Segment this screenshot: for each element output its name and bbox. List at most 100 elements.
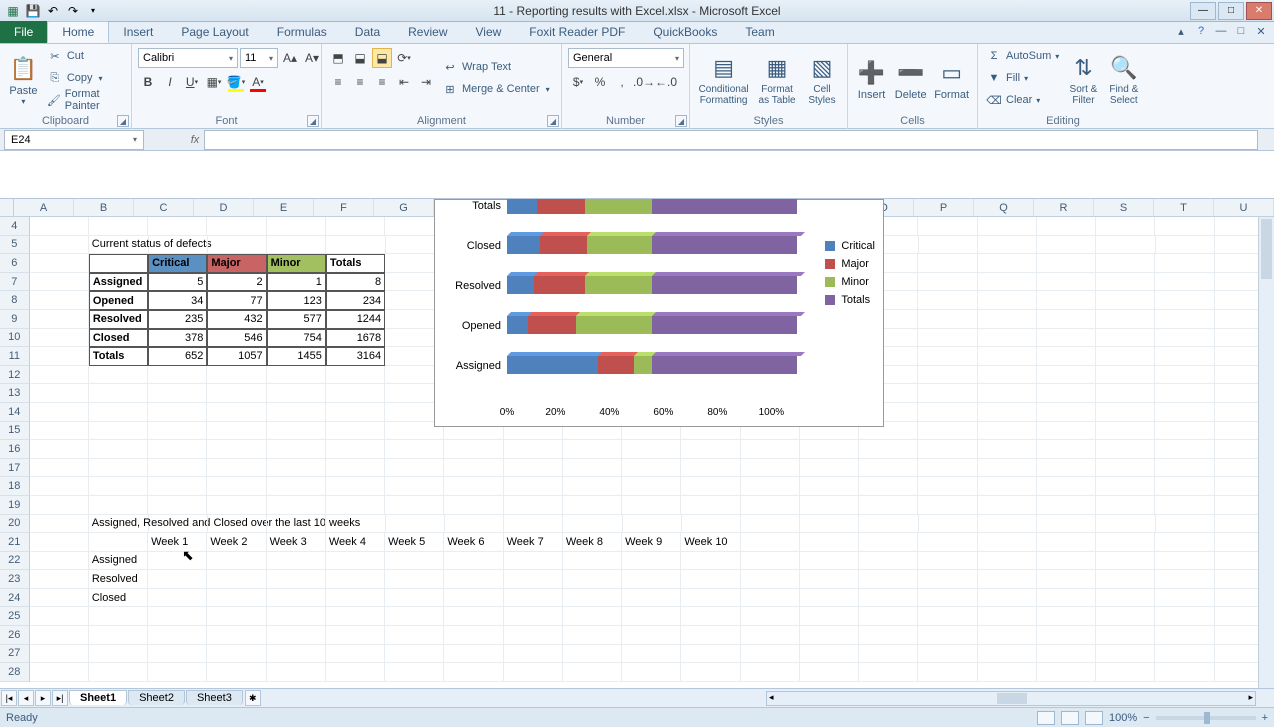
cell-R24[interactable] (1037, 589, 1096, 608)
cell-Q18[interactable] (978, 477, 1037, 496)
number-launcher[interactable]: ◢ (675, 115, 687, 127)
cell-S14[interactable] (1096, 403, 1155, 422)
minimize-ribbon-icon[interactable]: ▴ (1174, 24, 1188, 38)
cell-R8[interactable] (1037, 291, 1096, 310)
cell-T4[interactable] (1155, 217, 1214, 236)
cell-L26[interactable] (681, 626, 740, 645)
cell-J24[interactable] (563, 589, 622, 608)
cell-R26[interactable] (1037, 626, 1096, 645)
cell-A7[interactable] (30, 273, 89, 292)
cell-T13[interactable] (1155, 384, 1214, 403)
row-header-7[interactable]: 7 (0, 273, 30, 292)
cell-H16[interactable] (444, 440, 503, 459)
decrease-decimal-icon[interactable]: ←.0 (656, 72, 676, 92)
cell-L25[interactable] (681, 607, 740, 626)
cell-M22[interactable] (741, 552, 800, 571)
cell-I24[interactable] (504, 589, 563, 608)
cell-B21[interactable] (89, 533, 148, 552)
sheet-tab-sheet3[interactable]: Sheet3 (186, 690, 243, 705)
comma-icon[interactable]: , (612, 72, 632, 92)
cell-L16[interactable] (681, 440, 740, 459)
cut-button[interactable]: ✂Cut (45, 46, 125, 66)
row-header-23[interactable]: 23 (0, 570, 30, 589)
cell-T25[interactable] (1155, 607, 1214, 626)
cell-S22[interactable] (1096, 552, 1155, 571)
cell-B16[interactable] (89, 440, 148, 459)
cell-R5[interactable] (1037, 236, 1096, 255)
cell-A6[interactable] (30, 254, 89, 273)
cell-Q27[interactable] (978, 645, 1037, 664)
cell-D28[interactable] (207, 663, 266, 682)
workbook-restore-icon[interactable]: □ (1234, 24, 1248, 38)
cell-Q26[interactable] (978, 626, 1037, 645)
cell-E28[interactable] (267, 663, 326, 682)
row-header-25[interactable]: 25 (0, 607, 30, 626)
cell-P6[interactable] (918, 254, 977, 273)
cell-B23[interactable]: Resolved (89, 570, 148, 589)
align-bottom-icon[interactable]: ⬓ (372, 48, 392, 68)
cell-R16[interactable] (1037, 440, 1096, 459)
cell-B14[interactable] (89, 403, 148, 422)
find-select-button[interactable]: 🔍Find & Select (1106, 46, 1142, 112)
cell-C16[interactable] (148, 440, 207, 459)
cell-D26[interactable] (207, 626, 266, 645)
cell-G22[interactable] (385, 552, 444, 571)
cell-D12[interactable] (207, 366, 266, 385)
cell-T11[interactable] (1155, 347, 1214, 366)
row-header-14[interactable]: 14 (0, 403, 30, 422)
cell-Q17[interactable] (978, 459, 1037, 478)
cell-N22[interactable] (800, 552, 859, 571)
cell-C6[interactable]: Critical (148, 254, 207, 273)
cell-I16[interactable] (504, 440, 563, 459)
cell-M16[interactable] (741, 440, 800, 459)
cell-F12[interactable] (326, 366, 385, 385)
cell-J19[interactable] (563, 496, 622, 515)
cell-K20[interactable] (623, 515, 682, 534)
row-header-18[interactable]: 18 (0, 477, 30, 496)
embedded-chart[interactable]: TotalsClosedResolvedOpenedAssigned 0%20%… (434, 199, 884, 427)
cell-R23[interactable] (1037, 570, 1096, 589)
cell-N25[interactable] (800, 607, 859, 626)
col-header-B[interactable]: B (74, 199, 134, 216)
col-header-Q[interactable]: Q (974, 199, 1034, 216)
cell-C5[interactable] (149, 236, 208, 255)
cell-E12[interactable] (267, 366, 326, 385)
cell-P11[interactable] (918, 347, 977, 366)
cell-G20[interactable] (386, 515, 445, 534)
cell-P12[interactable] (918, 366, 977, 385)
tab-review[interactable]: Review (394, 21, 461, 43)
row-header-13[interactable]: 13 (0, 384, 30, 403)
cell-S9[interactable] (1096, 310, 1155, 329)
cell-G18[interactable] (385, 477, 444, 496)
cell-A24[interactable] (30, 589, 89, 608)
cell-F27[interactable] (326, 645, 385, 664)
cell-B12[interactable] (89, 366, 148, 385)
cell-O20[interactable] (859, 515, 918, 534)
cell-J20[interactable] (563, 515, 622, 534)
format-painter-button[interactable]: 🖌Format Painter (45, 90, 125, 110)
row-header-26[interactable]: 26 (0, 626, 30, 645)
cell-B19[interactable] (89, 496, 148, 515)
cell-T6[interactable] (1155, 254, 1214, 273)
italic-button[interactable]: I (160, 72, 180, 92)
font-size-combo[interactable]: 11▾ (240, 48, 278, 68)
cell-D8[interactable]: 77 (207, 291, 266, 310)
cell-C24[interactable] (148, 589, 207, 608)
zoom-in-button[interactable]: + (1262, 712, 1268, 724)
cell-G19[interactable] (385, 496, 444, 515)
align-right-icon[interactable]: ≡ (372, 72, 392, 92)
cell-T9[interactable] (1155, 310, 1214, 329)
cell-E27[interactable] (267, 645, 326, 664)
cell-H24[interactable] (444, 589, 503, 608)
cell-O16[interactable] (859, 440, 918, 459)
wrap-text-button[interactable]: ↩Wrap Text (440, 57, 560, 77)
cell-A13[interactable] (30, 384, 89, 403)
cell-T27[interactable] (1155, 645, 1214, 664)
cell-I23[interactable] (504, 570, 563, 589)
cell-Q21[interactable] (978, 533, 1037, 552)
zoom-out-button[interactable]: − (1143, 712, 1149, 724)
cell-B5[interactable]: Current status of defects (89, 236, 149, 255)
row-header-19[interactable]: 19 (0, 496, 30, 515)
cell-O18[interactable] (859, 477, 918, 496)
cell-K18[interactable] (622, 477, 681, 496)
